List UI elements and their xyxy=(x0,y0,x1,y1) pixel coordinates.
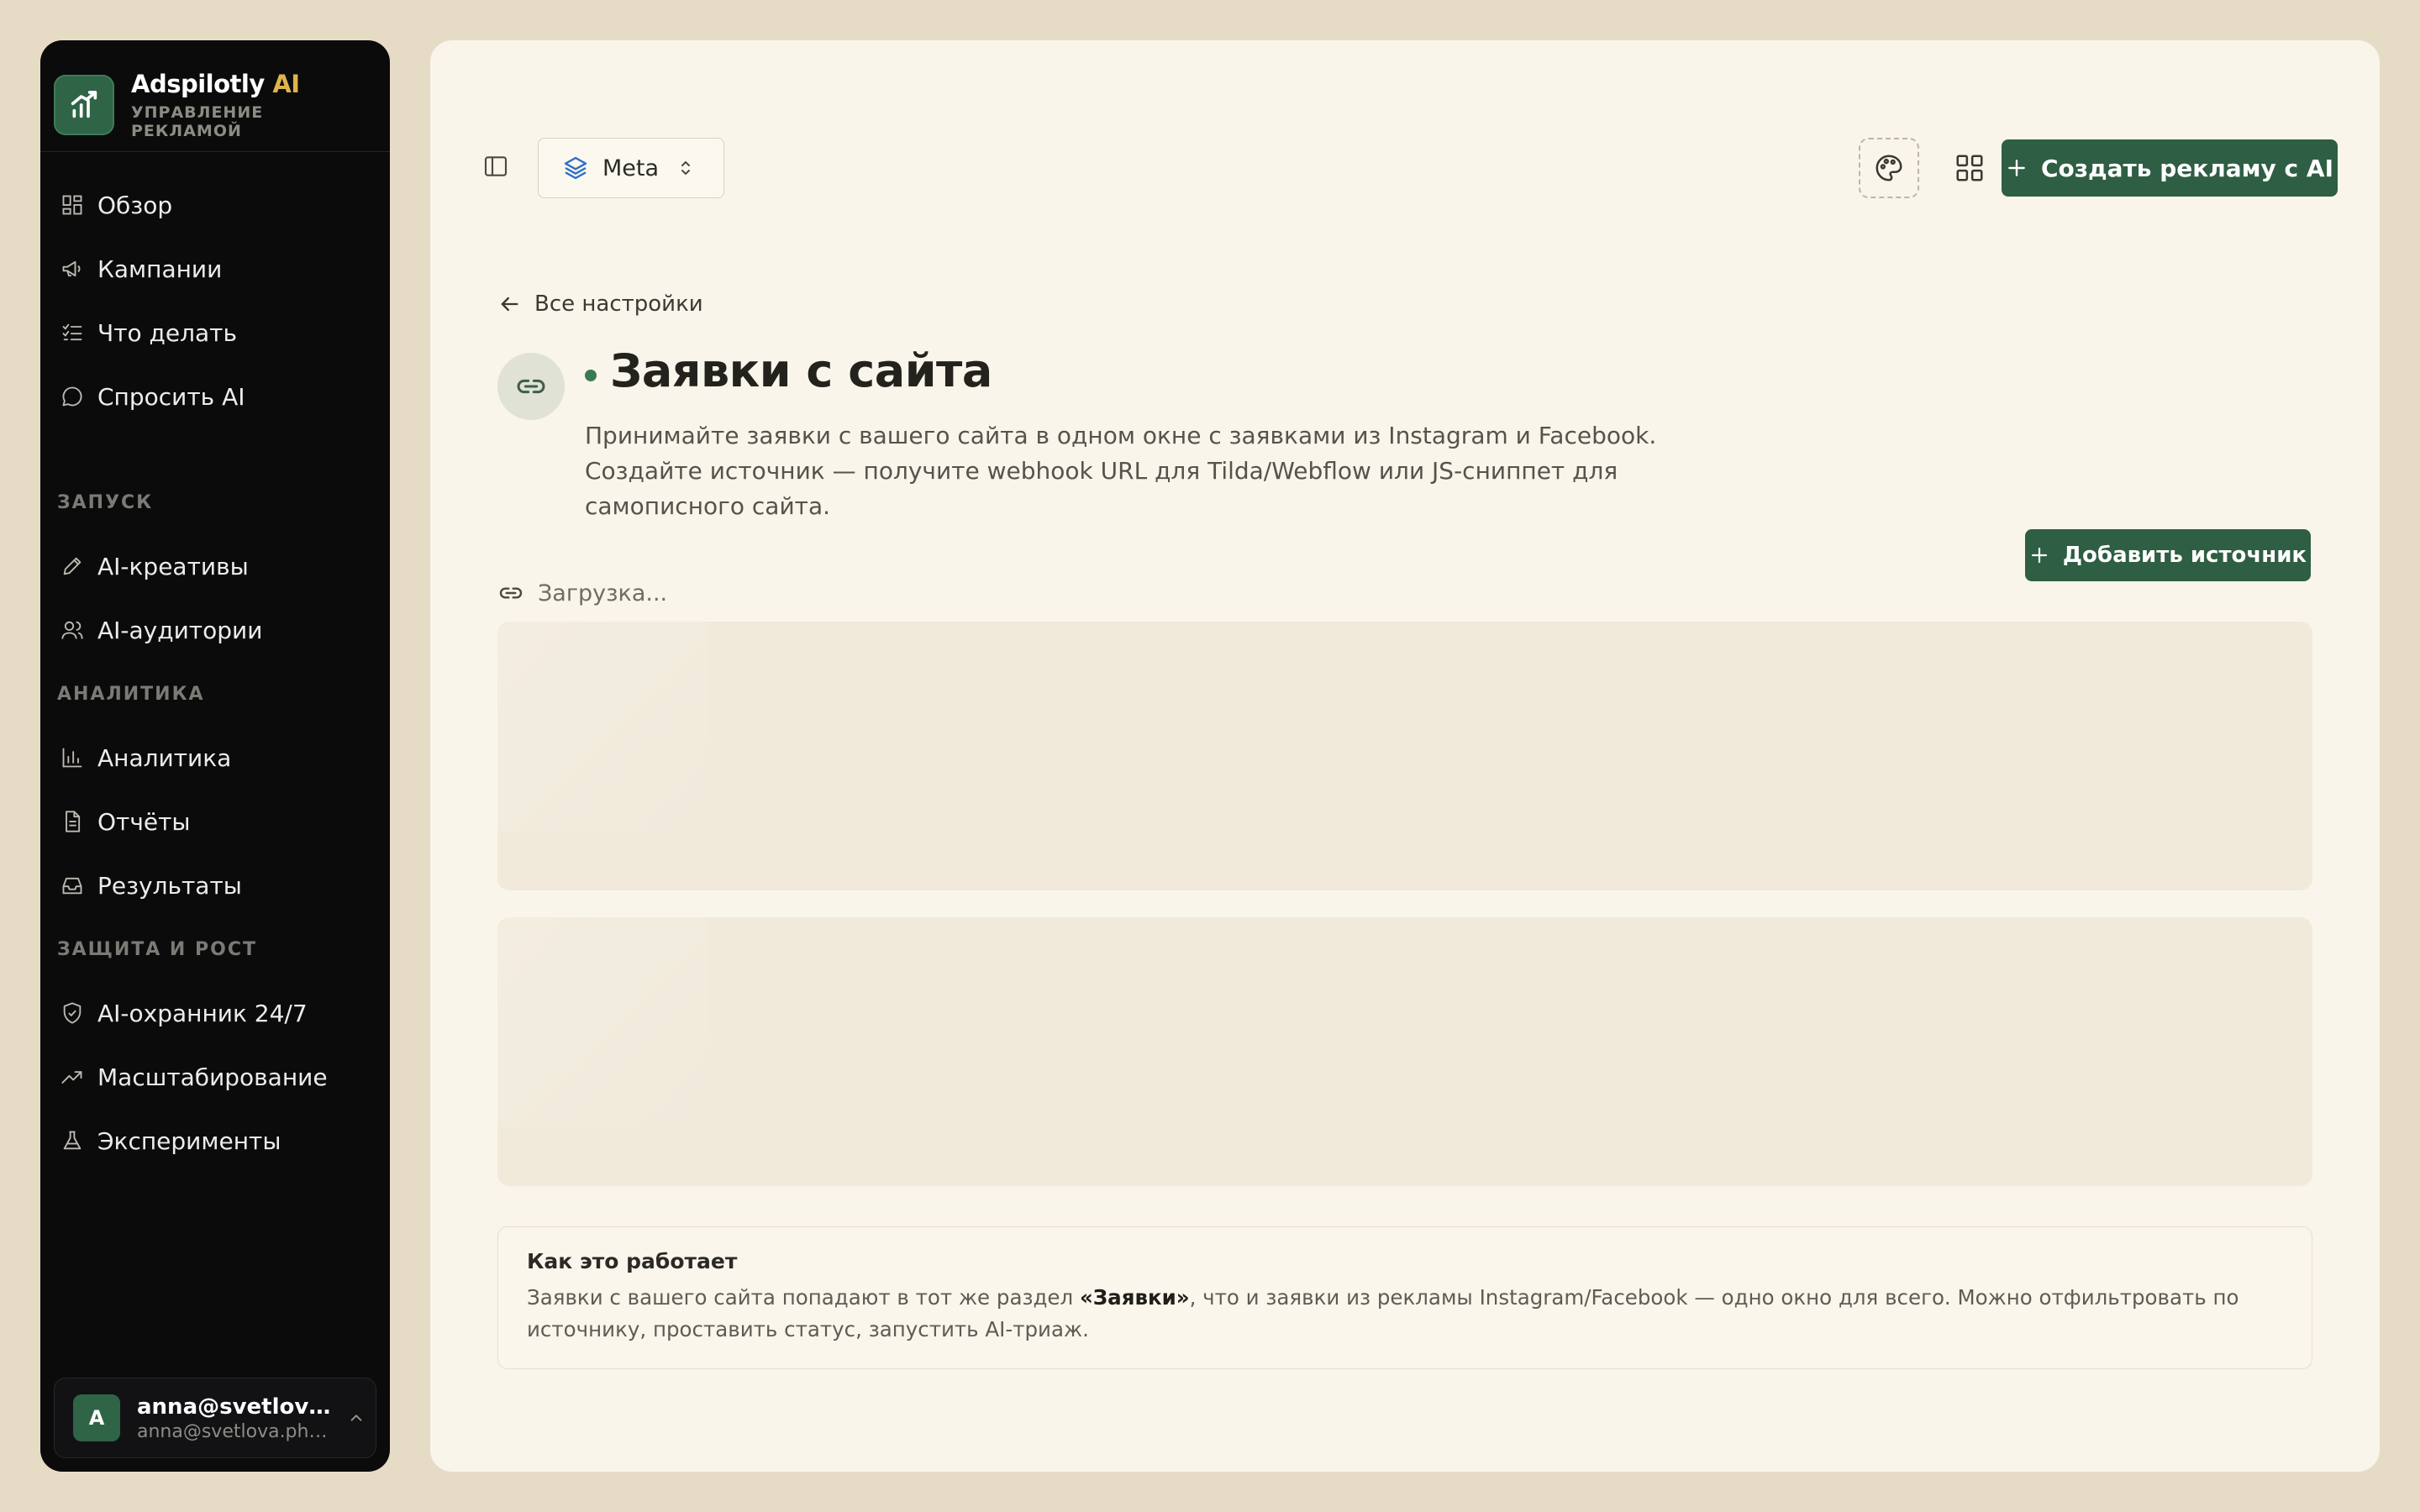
platform-select[interactable]: Meta xyxy=(538,138,724,198)
checklist-icon xyxy=(62,323,82,341)
sidebar-item-scaling[interactable]: Масштабирование xyxy=(54,1052,376,1102)
sidebar-item-label: Что делать xyxy=(97,318,237,347)
sidebar-item-campaigns[interactable]: Кампании xyxy=(54,244,376,294)
page-link-icon xyxy=(497,353,565,420)
sidebar-item-label: Спросить AI xyxy=(97,382,245,411)
plus-icon xyxy=(2031,547,2047,564)
skeleton-card xyxy=(497,917,2312,1186)
sidebar-item-ask-ai[interactable]: Спросить AI xyxy=(54,371,376,422)
flask-icon xyxy=(63,1131,82,1150)
how-it-works-title: Как это работает xyxy=(527,1249,738,1273)
plus-icon xyxy=(2008,160,2025,176)
page-title: Заявки с сайта xyxy=(610,344,992,397)
sidebar-item-label: Аналитика xyxy=(97,743,232,772)
user-menu[interactable]: A anna@svetlova.photo anna@svetlova.phot… xyxy=(54,1378,376,1458)
avatar: A xyxy=(73,1394,120,1441)
add-source-button-label: Добавить источник xyxy=(2062,543,2307,568)
create-ad-button[interactable]: Создать рекламу с AI xyxy=(2002,139,2338,197)
loading-label: Загрузка... xyxy=(538,580,668,606)
add-source-button[interactable]: Добавить источник xyxy=(2025,529,2311,581)
loading-indicator: Загрузка... xyxy=(497,575,667,612)
theme-button[interactable] xyxy=(1859,138,1919,198)
sidebar-item-overview[interactable]: Обзор xyxy=(54,180,376,230)
how-it-works-box: Как это работает Заявки с вашего сайта п… xyxy=(497,1226,2312,1369)
sidebar-item-label: Кампании xyxy=(97,255,223,283)
sidebar-item-ai-guard[interactable]: AI-охранник 24/7 xyxy=(54,988,376,1038)
document-icon xyxy=(66,811,81,832)
trending-up-icon xyxy=(61,1071,82,1084)
grid-icon xyxy=(1956,155,1983,181)
sidebar-toggle-icon[interactable] xyxy=(482,153,509,180)
sidebar: Adspilotly AI УПРАВЛЕНИЕ РЕКЛАМОЙ Обзор … xyxy=(40,40,390,1472)
main-panel: Meta Создать рекламу с AI Все настройки … xyxy=(430,40,2380,1472)
nav-section-analytics: АНАЛИТИКА xyxy=(57,684,205,705)
chevron-up-icon[interactable] xyxy=(347,1409,366,1427)
sidebar-item-label: Эксперименты xyxy=(97,1126,281,1155)
leads-section-name: «Заявки» xyxy=(1079,1285,1190,1310)
skeleton-card xyxy=(497,622,2312,890)
brand-divider xyxy=(40,151,390,152)
brand-name: Adspilotly AI xyxy=(131,70,300,98)
create-ad-button-label: Создать рекламу с AI xyxy=(2040,154,2333,182)
sidebar-item-label: AI-аудитории xyxy=(97,616,263,644)
page-description: Принимайте заявки с вашего сайта в одном… xyxy=(585,422,1657,520)
chat-icon xyxy=(62,386,82,407)
arrow-left-icon xyxy=(501,297,518,312)
pen-icon xyxy=(63,557,82,575)
sidebar-item-label: Обзор xyxy=(97,191,173,219)
inbox-icon xyxy=(62,877,82,895)
sidebar-item-reports[interactable]: Отчёты xyxy=(54,796,376,847)
how-it-works-text: Заявки с вашего сайта попадают в тот же … xyxy=(527,1285,2239,1341)
users-icon xyxy=(61,621,83,639)
layers-icon xyxy=(564,156,587,180)
user-name: anna@svetlova.photo xyxy=(137,1394,332,1420)
sidebar-item-results[interactable]: Результаты xyxy=(54,860,376,911)
sidebar-item-label: Результаты xyxy=(97,871,242,900)
nav-section-protection: ЗАЩИТА И РОСТ xyxy=(57,939,257,960)
megaphone-icon xyxy=(62,260,81,277)
brand-name-ai: AI xyxy=(272,70,300,98)
dashboard-icon xyxy=(62,195,82,215)
nav-section-launch: ЗАПУСК xyxy=(57,492,154,513)
chevron-updown-icon xyxy=(681,160,691,176)
sidebar-item-label: Масштабирование xyxy=(97,1063,328,1091)
brand[interactable]: Adspilotly AI УПРАВЛЕНИЕ РЕКЛАМОЙ xyxy=(54,64,376,146)
sidebar-item-ai-creatives[interactable]: AI-креативы xyxy=(54,541,376,591)
brand-subtitle: УПРАВЛЕНИЕ РЕКЛАМОЙ xyxy=(131,103,264,140)
sidebar-item-label: Отчёты xyxy=(97,807,191,836)
brand-logo-icon xyxy=(54,75,114,135)
bar-chart-icon xyxy=(62,748,82,768)
link-icon xyxy=(499,587,523,599)
sidebar-item-todo[interactable]: Что делать xyxy=(54,307,376,358)
sidebar-item-ai-audiences[interactable]: AI-аудитории xyxy=(54,605,376,655)
platform-select-value: Meta xyxy=(602,155,660,181)
back-to-settings-link[interactable]: Все настройки xyxy=(497,289,703,319)
sidebar-item-analytics[interactable]: Аналитика xyxy=(54,732,376,783)
user-email: anna@svetlova.photo xyxy=(137,1420,332,1442)
palette-icon xyxy=(1876,155,1902,181)
apps-button[interactable] xyxy=(1939,138,2000,198)
back-link-label: Все настройки xyxy=(534,291,703,317)
sidebar-item-experiments[interactable]: Эксперименты xyxy=(54,1116,376,1166)
sidebar-item-label: AI-охранник 24/7 xyxy=(97,999,308,1027)
status-dot xyxy=(585,370,597,381)
shield-icon xyxy=(63,1002,82,1024)
sidebar-item-label: AI-креативы xyxy=(97,552,249,580)
